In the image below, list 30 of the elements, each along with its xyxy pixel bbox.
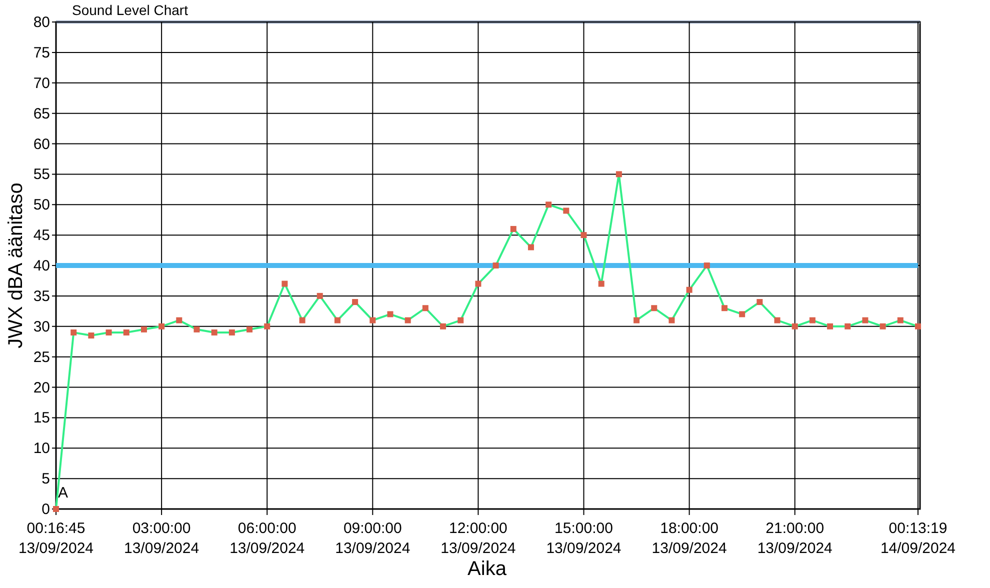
x-tick-label: 00:16:45 13/09/2024 — [18, 520, 94, 557]
x-tick-label: 18:00:00 13/09/2024 — [652, 520, 727, 557]
y-tick-label: 15 — [33, 410, 50, 427]
y-tick-label: 20 — [33, 379, 50, 396]
x-tick-label: 15:00:00 13/09/2024 — [546, 520, 622, 557]
y-tick-label: 70 — [33, 74, 50, 92]
y-tick-label: 5 — [42, 470, 50, 488]
chart-title: Sound Level Chart — [72, 2, 188, 18]
y-tick-label: 50 — [33, 196, 50, 214]
y-tick-label: 75 — [33, 44, 50, 62]
x-axis-title: Aika — [468, 558, 506, 580]
marker-label: A — [58, 484, 68, 502]
x-tick-label: 06:00:00 13/09/2024 — [230, 520, 305, 557]
y-axis-title: JWX dBA äänitaso — [5, 182, 27, 348]
y-tick-label: 30 — [33, 318, 50, 336]
y-tick-label: 55 — [33, 166, 50, 184]
y-tick-label: 35 — [33, 288, 50, 305]
x-tick-label: 21:00:00 13/09/2024 — [757, 520, 832, 557]
y-tick-label: 65 — [33, 105, 50, 122]
y-tick-label: 10 — [33, 440, 50, 458]
x-tick-label: 12:00:00 13/09/2024 — [440, 520, 516, 557]
y-tick-label: 45 — [33, 227, 50, 244]
x-tick-label: 03:00:00 13/09/2024 — [124, 520, 200, 557]
y-tick-label: 0 — [42, 501, 50, 518]
y-tick-label: 80 — [33, 14, 50, 31]
y-tick-label: 60 — [33, 136, 50, 153]
y-tick-label: 40 — [33, 258, 50, 274]
y-tick-label: 25 — [33, 348, 50, 366]
x-tick-label: 09:00:00 13/09/2024 — [335, 520, 410, 557]
x-tick-label: 00:13:19 14/09/2024 — [880, 520, 956, 557]
